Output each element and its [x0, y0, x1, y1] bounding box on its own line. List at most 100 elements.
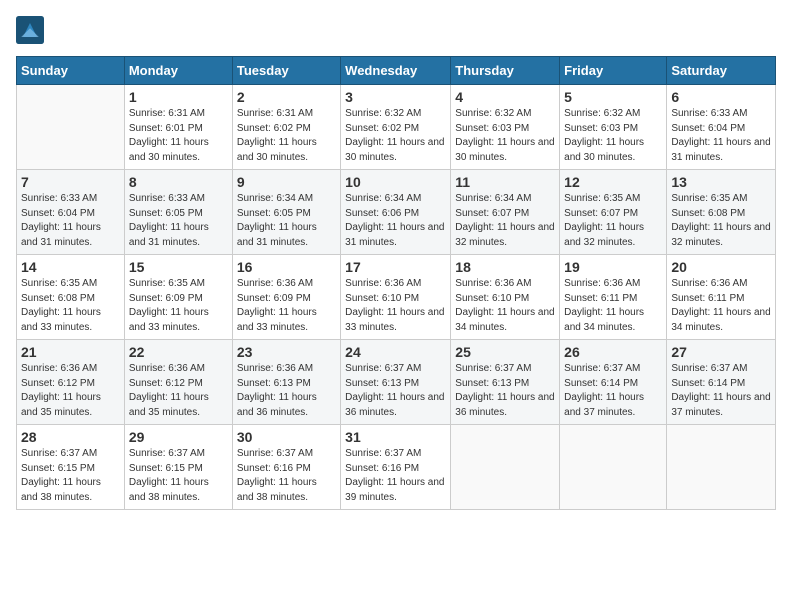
calendar-cell: 13 Sunrise: 6:35 AM Sunset: 6:08 PM Dayli… — [667, 170, 776, 255]
day-number: 9 — [237, 174, 336, 190]
column-header-friday: Friday — [560, 57, 667, 85]
day-number: 30 — [237, 429, 336, 445]
calendar-cell: 10Sunrise: 6:34 AM Sunset: 6:06 PM Dayli… — [341, 170, 451, 255]
day-info: Sunrise: 6:36 AM Sunset: 6:13 PM Dayligh… — [237, 362, 336, 420]
calendar-cell: 23Sunrise: 6:36 AM Sunset: 6:13 PM Dayli… — [232, 340, 340, 425]
column-header-sunday: Sunday — [17, 57, 125, 85]
calendar-cell: 28 Sunrise: 6:37 AM Sunset: 6:15 PM Dayli… — [17, 425, 125, 510]
day-info: Sunrise: 6:36 AM Sunset: 6:12 PM Dayligh… — [21, 362, 120, 420]
day-info: Sunrise: 6:37 AM Sunset: 6:15 PM Dayligh… — [129, 447, 228, 505]
day-number: 18 — [455, 259, 555, 275]
calendar-cell: 31 Sunrise: 6:37 AM Sunset: 6:16 PM Dayli… — [341, 425, 451, 510]
day-number: 26 — [564, 344, 662, 360]
calendar-cell: 24Sunrise: 6:37 AM Sunset: 6:13 PM Dayli… — [341, 340, 451, 425]
calendar-cell: 7 Sunrise: 6:33 AM Sunset: 6:04 PM Daylig… — [17, 170, 125, 255]
column-header-monday: Monday — [124, 57, 232, 85]
day-number: 13 — [671, 174, 771, 190]
day-number: 22 — [129, 344, 228, 360]
day-number: 25 — [455, 344, 555, 360]
day-number: 16 — [237, 259, 336, 275]
day-number: 7 — [21, 174, 120, 190]
day-info: Sunrise: 6:35 AM Sunset: 6:08 PM Dayligh… — [671, 192, 771, 250]
page-header — [16, 16, 776, 44]
day-info: Sunrise: 6:31 AM Sunset: 6:01 PM Dayligh… — [129, 107, 228, 165]
calendar-body: 1 Sunrise: 6:31 AM Sunset: 6:01 PM Daylig… — [17, 85, 776, 510]
day-number: 4 — [455, 89, 555, 105]
calendar-cell: 9 Sunrise: 6:34 AM Sunset: 6:05 PM Daylig… — [232, 170, 340, 255]
calendar-cell: 2Sunrise: 6:31 AM Sunset: 6:02 PM Daylig… — [232, 85, 340, 170]
day-number: 19 — [564, 259, 662, 275]
logo — [16, 16, 48, 44]
day-info: Sunrise: 6:36 AM Sunset: 6:10 PM Dayligh… — [345, 277, 446, 335]
calendar-cell: 1 Sunrise: 6:31 AM Sunset: 6:01 PM Daylig… — [124, 85, 232, 170]
calendar-cell: 25 Sunrise: 6:37 AM Sunset: 6:13 PM Dayli… — [451, 340, 560, 425]
calendar-week-5: 28 Sunrise: 6:37 AM Sunset: 6:15 PM Dayli… — [17, 425, 776, 510]
day-info: Sunrise: 6:32 AM Sunset: 6:02 PM Dayligh… — [345, 107, 446, 165]
calendar-cell: 21 Sunrise: 6:36 AM Sunset: 6:12 PM Dayli… — [17, 340, 125, 425]
day-number: 21 — [21, 344, 120, 360]
day-info: Sunrise: 6:35 AM Sunset: 6:09 PM Dayligh… — [129, 277, 228, 335]
day-info: Sunrise: 6:36 AM Sunset: 6:11 PM Dayligh… — [671, 277, 771, 335]
day-info: Sunrise: 6:36 AM Sunset: 6:12 PM Dayligh… — [129, 362, 228, 420]
calendar-week-2: 7 Sunrise: 6:33 AM Sunset: 6:04 PM Daylig… — [17, 170, 776, 255]
logo-icon — [16, 16, 44, 44]
calendar-header-row: SundayMondayTuesdayWednesdayThursdayFrid… — [17, 57, 776, 85]
calendar-cell: 4 Sunrise: 6:32 AM Sunset: 6:03 PM Daylig… — [451, 85, 560, 170]
day-number: 15 — [129, 259, 228, 275]
day-number: 29 — [129, 429, 228, 445]
calendar-cell: 22 Sunrise: 6:36 AM Sunset: 6:12 PM Dayli… — [124, 340, 232, 425]
day-number: 11 — [455, 174, 555, 190]
calendar-cell: 8Sunrise: 6:33 AM Sunset: 6:05 PM Daylig… — [124, 170, 232, 255]
day-info: Sunrise: 6:36 AM Sunset: 6:11 PM Dayligh… — [564, 277, 662, 335]
day-info: Sunrise: 6:37 AM Sunset: 6:16 PM Dayligh… — [237, 447, 336, 505]
day-info: Sunrise: 6:32 AM Sunset: 6:03 PM Dayligh… — [455, 107, 555, 165]
day-info: Sunrise: 6:36 AM Sunset: 6:10 PM Dayligh… — [455, 277, 555, 335]
calendar-cell: 16 Sunrise: 6:36 AM Sunset: 6:09 PM Dayli… — [232, 255, 340, 340]
day-info: Sunrise: 6:37 AM Sunset: 6:13 PM Dayligh… — [455, 362, 555, 420]
day-number: 14 — [21, 259, 120, 275]
day-info: Sunrise: 6:33 AM Sunset: 6:04 PM Dayligh… — [671, 107, 771, 165]
calendar-cell — [667, 425, 776, 510]
calendar-week-1: 1 Sunrise: 6:31 AM Sunset: 6:01 PM Daylig… — [17, 85, 776, 170]
calendar-cell: 29 Sunrise: 6:37 AM Sunset: 6:15 PM Dayli… — [124, 425, 232, 510]
day-info: Sunrise: 6:35 AM Sunset: 6:07 PM Dayligh… — [564, 192, 662, 250]
calendar-cell — [17, 85, 125, 170]
calendar-cell: 17 Sunrise: 6:36 AM Sunset: 6:10 PM Dayli… — [341, 255, 451, 340]
day-number: 3 — [345, 89, 446, 105]
column-header-tuesday: Tuesday — [232, 57, 340, 85]
day-info: Sunrise: 6:34 AM Sunset: 6:07 PM Dayligh… — [455, 192, 555, 250]
day-info: Sunrise: 6:37 AM Sunset: 6:13 PM Dayligh… — [345, 362, 446, 420]
day-info: Sunrise: 6:34 AM Sunset: 6:05 PM Dayligh… — [237, 192, 336, 250]
day-number: 20 — [671, 259, 771, 275]
day-number: 5 — [564, 89, 662, 105]
day-number: 1 — [129, 89, 228, 105]
day-number: 27 — [671, 344, 771, 360]
day-info: Sunrise: 6:37 AM Sunset: 6:16 PM Dayligh… — [345, 447, 446, 505]
day-info: Sunrise: 6:31 AM Sunset: 6:02 PM Dayligh… — [237, 107, 336, 165]
column-header-thursday: Thursday — [451, 57, 560, 85]
day-info: Sunrise: 6:33 AM Sunset: 6:04 PM Dayligh… — [21, 192, 120, 250]
day-info: Sunrise: 6:35 AM Sunset: 6:08 PM Dayligh… — [21, 277, 120, 335]
day-number: 10 — [345, 174, 446, 190]
calendar-cell: 30 Sunrise: 6:37 AM Sunset: 6:16 PM Dayli… — [232, 425, 340, 510]
calendar-cell: 3 Sunrise: 6:32 AM Sunset: 6:02 PM Daylig… — [341, 85, 451, 170]
calendar-cell: 12 Sunrise: 6:35 AM Sunset: 6:07 PM Dayli… — [560, 170, 667, 255]
day-number: 31 — [345, 429, 446, 445]
column-header-saturday: Saturday — [667, 57, 776, 85]
day-number: 17 — [345, 259, 446, 275]
calendar-cell: 19 Sunrise: 6:36 AM Sunset: 6:11 PM Dayli… — [560, 255, 667, 340]
day-number: 12 — [564, 174, 662, 190]
day-info: Sunrise: 6:36 AM Sunset: 6:09 PM Dayligh… — [237, 277, 336, 335]
day-info: Sunrise: 6:37 AM Sunset: 6:14 PM Dayligh… — [671, 362, 771, 420]
day-number: 28 — [21, 429, 120, 445]
day-info: Sunrise: 6:37 AM Sunset: 6:15 PM Dayligh… — [21, 447, 120, 505]
calendar-cell — [560, 425, 667, 510]
calendar-cell: 5Sunrise: 6:32 AM Sunset: 6:03 PM Daylig… — [560, 85, 667, 170]
calendar-cell: 6Sunrise: 6:33 AM Sunset: 6:04 PM Daylig… — [667, 85, 776, 170]
calendar-table: SundayMondayTuesdayWednesdayThursdayFrid… — [16, 56, 776, 510]
column-header-wednesday: Wednesday — [341, 57, 451, 85]
calendar-cell: 26Sunrise: 6:37 AM Sunset: 6:14 PM Dayli… — [560, 340, 667, 425]
calendar-cell: 27 Sunrise: 6:37 AM Sunset: 6:14 PM Dayli… — [667, 340, 776, 425]
calendar-week-4: 21 Sunrise: 6:36 AM Sunset: 6:12 PM Dayli… — [17, 340, 776, 425]
calendar-week-3: 14 Sunrise: 6:35 AM Sunset: 6:08 PM Dayli… — [17, 255, 776, 340]
